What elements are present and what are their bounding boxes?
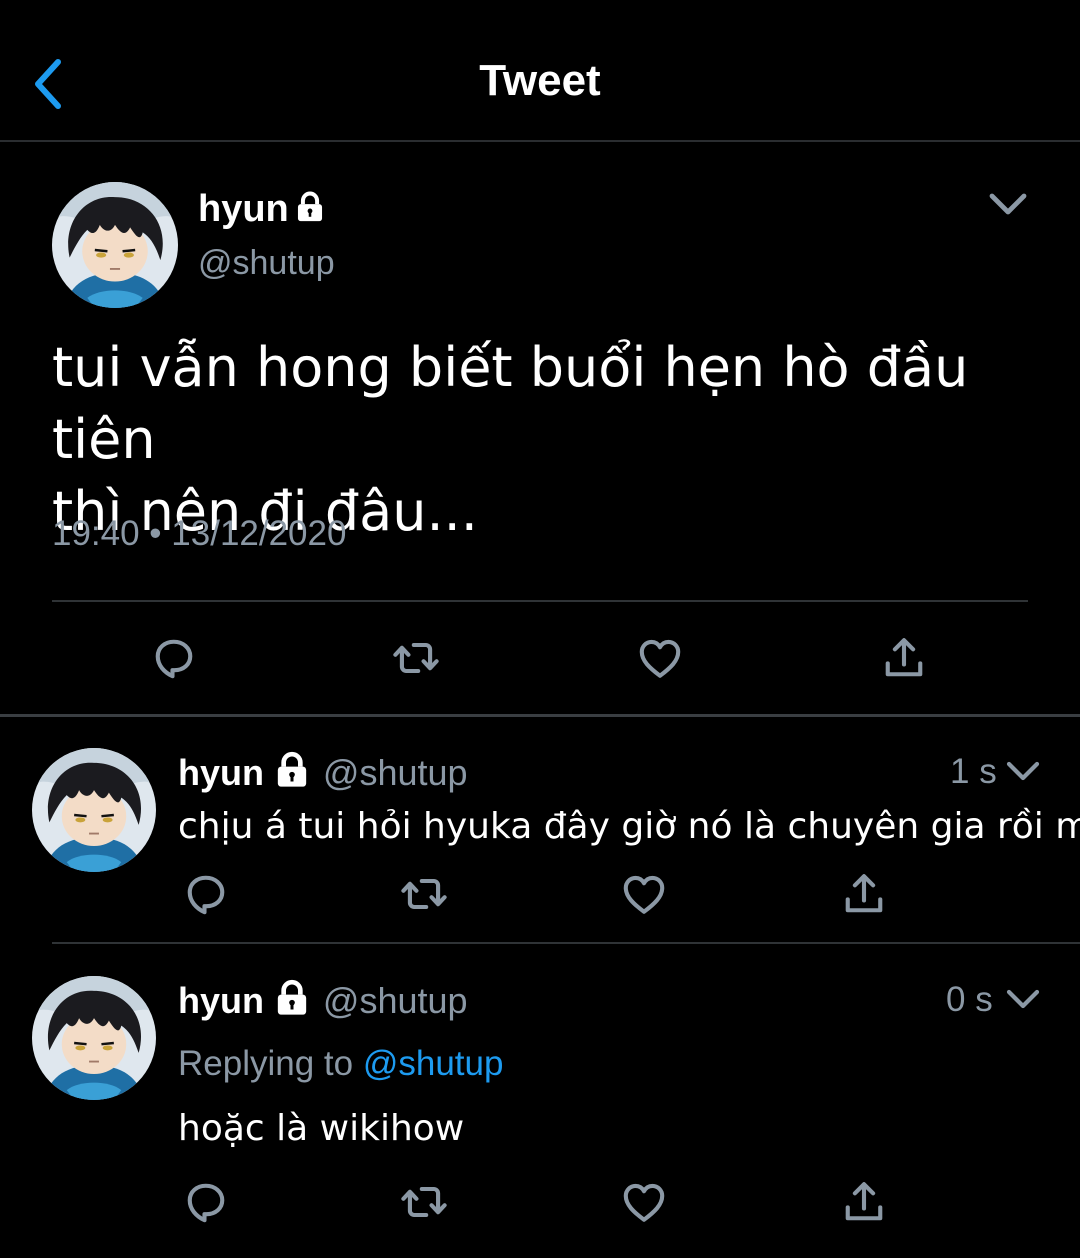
- reply-time: 0 s: [946, 980, 993, 1019]
- share-button[interactable]: [838, 1176, 890, 1228]
- chevron-down-icon: [1002, 978, 1044, 1020]
- retweet-button[interactable]: [398, 868, 450, 920]
- retweet-icon: [390, 632, 442, 684]
- retweet-button[interactable]: [390, 632, 442, 684]
- page-title: Tweet: [479, 56, 601, 105]
- author-name[interactable]: hyun: [198, 188, 289, 230]
- reply-menu-button[interactable]: [1002, 978, 1044, 1020]
- lock-icon: [272, 978, 312, 1018]
- retweet-icon: [398, 1176, 450, 1228]
- reply-icon: [148, 632, 200, 684]
- share-icon: [878, 632, 930, 684]
- reply-icon: [180, 868, 232, 920]
- share-button[interactable]: [838, 868, 890, 920]
- replying-to-label: Replying to: [178, 1044, 354, 1083]
- lock-icon: [272, 750, 312, 790]
- heart-icon: [634, 632, 686, 684]
- author-handle[interactable]: @shutup: [323, 752, 468, 793]
- heart-icon: [618, 868, 670, 920]
- tweet-text-line: tui vẫn hong biết buổi hẹn hò đầu tiên: [52, 336, 969, 471]
- reply-time: 1 s: [950, 752, 997, 791]
- tweet-menu-button[interactable]: [984, 180, 1032, 228]
- like-button[interactable]: [618, 868, 670, 920]
- replying-to-handle[interactable]: @shutup: [363, 1044, 504, 1083]
- tweet-timestamp[interactable]: 19:40 • 13/12/2020: [52, 514, 346, 554]
- top-bar: Tweet: [0, 0, 1080, 142]
- retweet-icon: [398, 868, 450, 920]
- divider: [52, 942, 1080, 944]
- avatar[interactable]: [52, 182, 178, 308]
- like-button[interactable]: [634, 632, 686, 684]
- author-name[interactable]: hyun: [178, 980, 264, 1021]
- share-button[interactable]: [878, 632, 930, 684]
- author-name[interactable]: hyun: [178, 752, 264, 793]
- share-icon: [838, 1176, 890, 1228]
- chevron-down-icon: [1002, 750, 1044, 792]
- author-handle[interactable]: @shutup: [198, 244, 335, 283]
- share-icon: [838, 868, 890, 920]
- like-button[interactable]: [618, 1176, 670, 1228]
- retweet-button[interactable]: [398, 1176, 450, 1228]
- author-name-row: hyun: [198, 188, 327, 231]
- reply-icon: [180, 1176, 232, 1228]
- avatar[interactable]: [32, 748, 156, 872]
- reply-text: hoặc là wikihow: [178, 1108, 465, 1149]
- divider: [52, 600, 1028, 602]
- reply-menu-button[interactable]: [1002, 750, 1044, 792]
- reply-button[interactable]: [180, 1176, 232, 1228]
- chevron-down-icon: [984, 180, 1032, 228]
- author-handle[interactable]: @shutup: [323, 980, 468, 1021]
- heart-icon: [618, 1176, 670, 1228]
- reply-button[interactable]: [180, 868, 232, 920]
- reply-button[interactable]: [148, 632, 200, 684]
- replying-to: Replying to @shutup: [178, 1044, 503, 1084]
- avatar[interactable]: [32, 976, 156, 1100]
- reply-text: chịu á tui hỏi hyuka đây giờ nó là chuyê…: [178, 806, 1080, 847]
- reply-header: hyun @shutup: [178, 978, 468, 1022]
- lock-icon: [293, 190, 327, 224]
- divider: [0, 714, 1080, 717]
- reply-header: hyun @shutup: [178, 750, 468, 794]
